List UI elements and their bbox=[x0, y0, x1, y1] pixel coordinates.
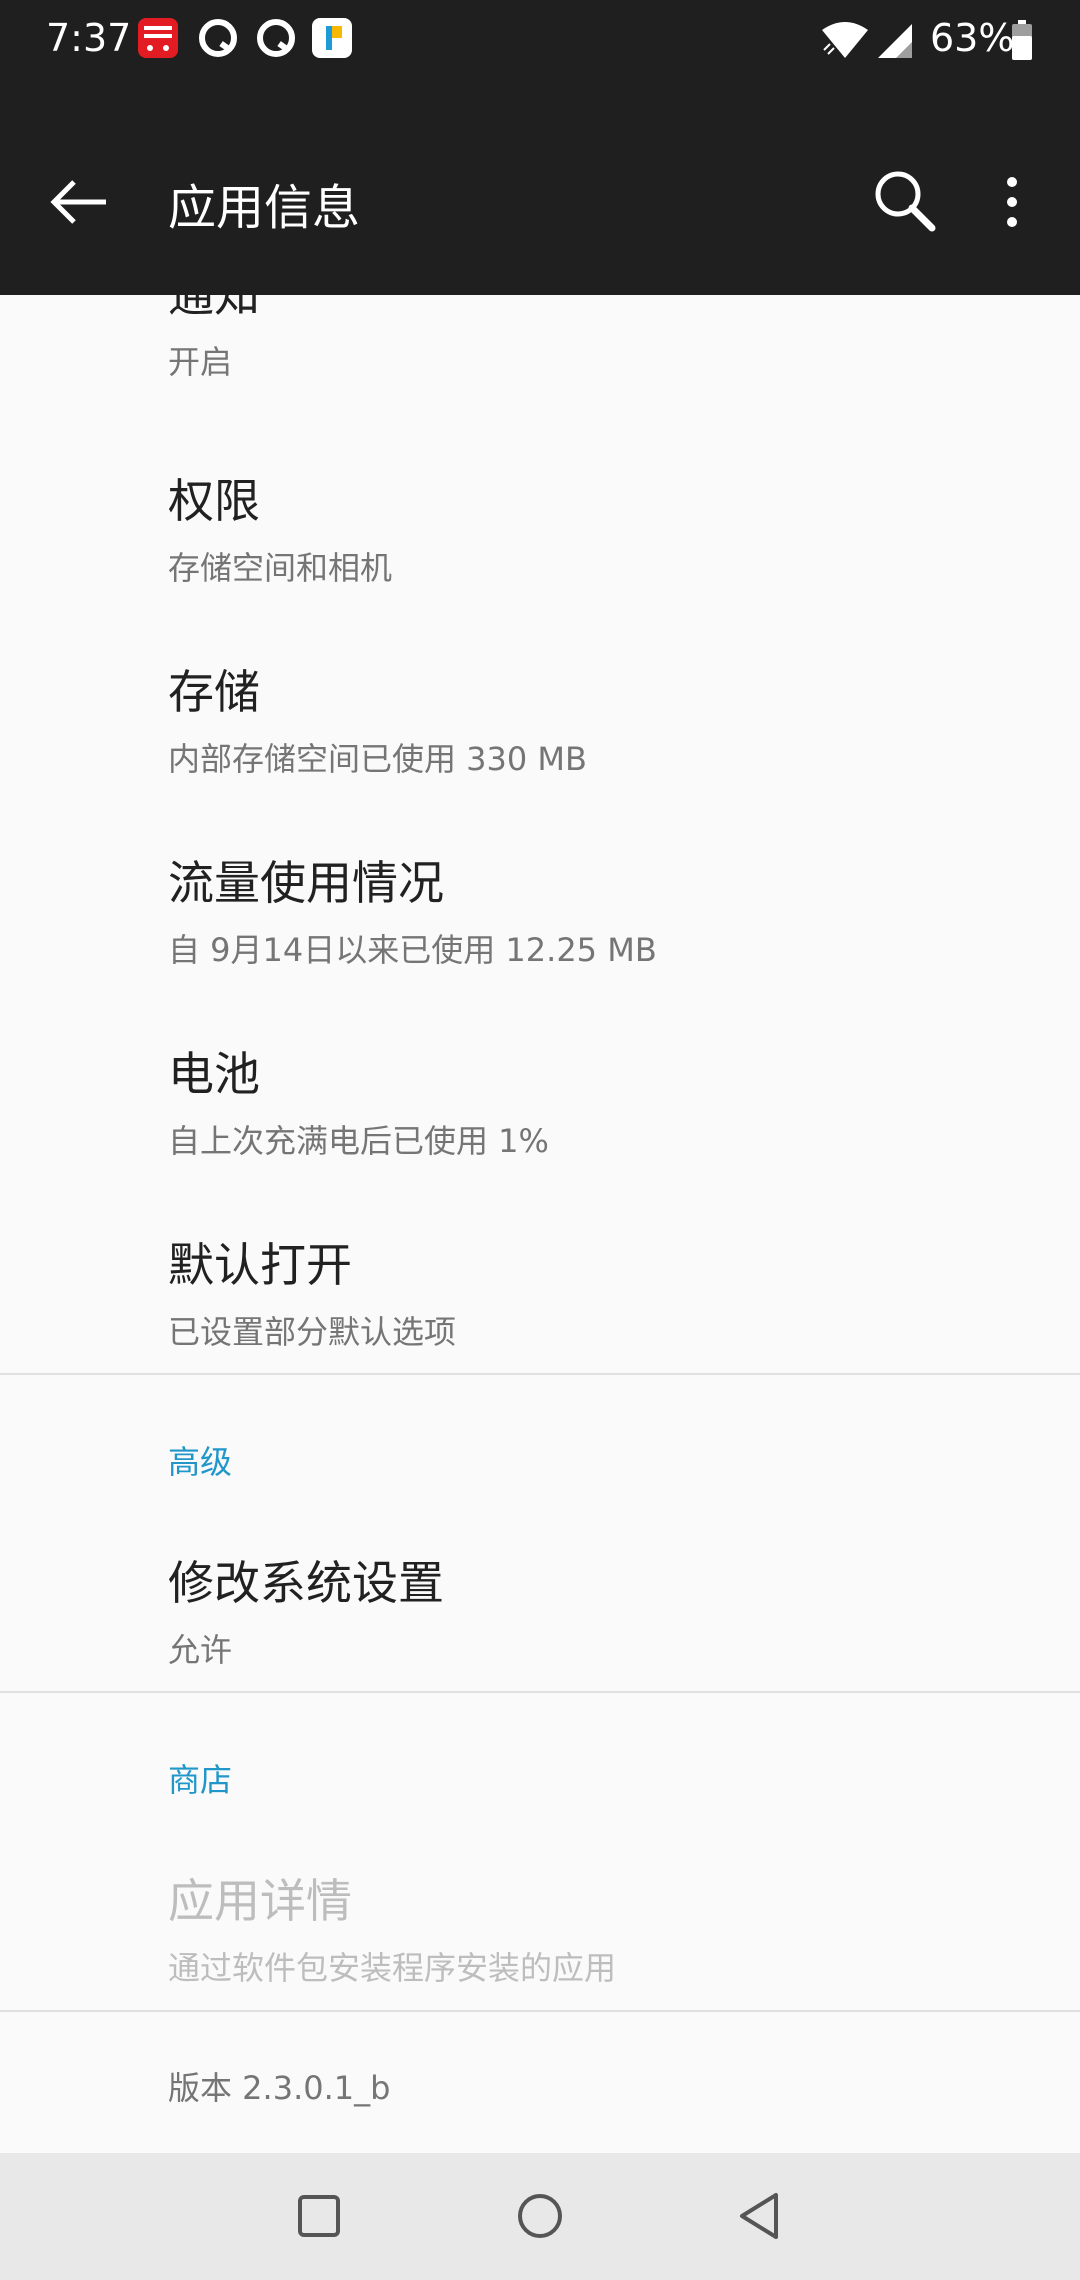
item-title: 默认打开 bbox=[168, 1238, 352, 1292]
qq-icon bbox=[198, 18, 238, 58]
item-title: 权限 bbox=[168, 474, 260, 528]
status-time: 7:37 bbox=[46, 16, 132, 60]
page-title: 应用信息 bbox=[168, 180, 361, 236]
item-summary: 通过软件包安装程序安装的应用 bbox=[168, 1949, 617, 1987]
item-title: 应用详情 bbox=[168, 1874, 352, 1928]
item-title: 电池 bbox=[168, 1047, 260, 1101]
list-item-battery[interactable]: 电池 自上次充满电后已使用 1% bbox=[0, 1038, 1080, 1228]
item-summary: 自 9月14日以来已使用 12.25 MB bbox=[168, 931, 657, 969]
back-arrow-icon[interactable] bbox=[40, 162, 120, 242]
back-icon[interactable] bbox=[724, 2179, 798, 2253]
item-summary: 已设置部分默认选项 bbox=[168, 1313, 457, 1351]
item-title: 流量使用情况 bbox=[168, 856, 444, 910]
list-item-notifications[interactable]: 通知 开启 bbox=[0, 295, 1080, 449]
list-item-modify-system-settings[interactable]: 修改系统设置 允许 bbox=[0, 1547, 1080, 1737]
item-title: 修改系统设置 bbox=[168, 1556, 444, 1610]
wifi-icon bbox=[820, 20, 870, 60]
item-summary: 存储空间和相机 bbox=[168, 549, 393, 587]
list-item-permissions[interactable]: 权限 存储空间和相机 bbox=[0, 465, 1080, 655]
battery-icon bbox=[1010, 20, 1034, 60]
list-item-app-details: 应用详情 通过软件包安装程序安装的应用 bbox=[0, 1865, 1080, 2055]
signal-icon bbox=[878, 20, 914, 60]
app-bar: 应用信息 bbox=[0, 82, 1080, 295]
item-summary: 允许 bbox=[168, 1631, 233, 1669]
item-title: 通知 bbox=[168, 295, 260, 322]
search-icon[interactable] bbox=[866, 162, 946, 242]
more-options-icon[interactable] bbox=[972, 162, 1052, 242]
item-summary: 内部存储空间已使用 330 MB bbox=[168, 740, 587, 778]
divider bbox=[0, 1691, 1080, 1693]
divider bbox=[0, 1373, 1080, 1375]
recent-apps-icon[interactable] bbox=[282, 2179, 356, 2253]
divider bbox=[0, 2010, 1080, 2012]
section-header-store: 商店 bbox=[168, 1761, 233, 1799]
qq-icon bbox=[256, 18, 296, 58]
settings-list: 通知 开启 权限 存储空间和相机 存储 内部存储空间已使用 330 MB 流量使… bbox=[0, 295, 1080, 2153]
navigation-bar bbox=[0, 2153, 1080, 2280]
list-item-data-usage[interactable]: 流量使用情况 自 9月14日以来已使用 12.25 MB bbox=[0, 847, 1080, 1037]
pp-assistant-icon bbox=[312, 18, 352, 58]
item-title: 存储 bbox=[168, 665, 260, 719]
item-summary: 自上次充满电后已使用 1% bbox=[168, 1122, 549, 1160]
list-item-open-by-default[interactable]: 默认打开 已设置部分默认选项 bbox=[0, 1229, 1080, 1419]
section-header-advanced: 高级 bbox=[168, 1443, 233, 1481]
version-text: 版本 2.3.0.1_b bbox=[168, 2069, 391, 2107]
home-icon[interactable] bbox=[503, 2179, 577, 2253]
list-item-storage[interactable]: 存储 内部存储空间已使用 330 MB bbox=[0, 656, 1080, 846]
tmall-icon bbox=[138, 18, 178, 58]
item-summary: 开启 bbox=[168, 343, 233, 381]
battery-percent: 63% bbox=[930, 16, 1015, 60]
status-bar: 7:37 63% bbox=[0, 0, 1080, 82]
